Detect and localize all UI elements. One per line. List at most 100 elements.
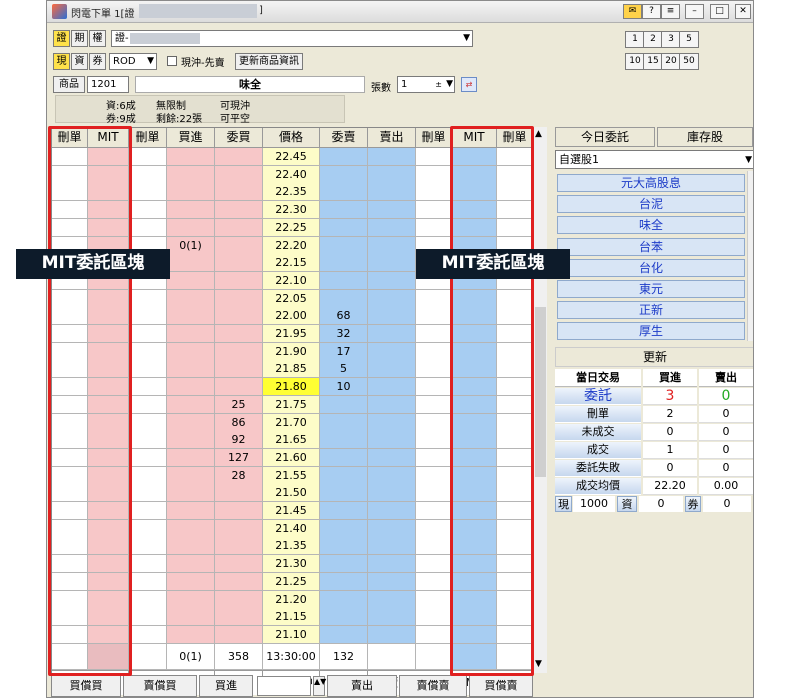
- tab-today-orders[interactable]: 今日委託: [555, 127, 655, 147]
- cell-bid-qty[interactable]: [215, 625, 263, 644]
- tab-margin[interactable]: 資: [71, 53, 88, 70]
- cell-buy-order-delete[interactable]: [129, 519, 167, 538]
- cell-sell[interactable]: [368, 519, 416, 538]
- cell-ask-qty[interactable]: [320, 555, 368, 574]
- product-code-input[interactable]: 1201: [87, 76, 129, 93]
- qty-button-20[interactable]: 20: [661, 53, 681, 70]
- cell-buy-order-delete[interactable]: [129, 448, 167, 467]
- cell-buy-order-delete[interactable]: [129, 360, 167, 379]
- cell-sell-order-delete[interactable]: [416, 342, 452, 361]
- cell-buy-order-delete[interactable]: [129, 395, 167, 414]
- cell-sell-order-delete[interactable]: [416, 590, 452, 609]
- price-input[interactable]: [257, 676, 311, 696]
- cell-bid-qty[interactable]: 28: [215, 466, 263, 485]
- help-icon[interactable]: ?: [642, 4, 661, 19]
- cell-ask-qty[interactable]: [320, 148, 368, 166]
- tab-short[interactable]: 券: [89, 53, 106, 70]
- cell-bid-qty[interactable]: [215, 572, 263, 591]
- cell-buy[interactable]: [167, 590, 215, 609]
- cell-sell-order-delete[interactable]: [416, 395, 452, 414]
- watchlist-item[interactable]: 台苯: [557, 237, 745, 256]
- watchlist-item[interactable]: 厚生: [557, 322, 745, 341]
- cell-sell-order-delete[interactable]: [416, 502, 452, 520]
- cell-buy[interactable]: [167, 218, 215, 237]
- daytrade-checkbox[interactable]: [167, 56, 177, 66]
- cell-ask-qty[interactable]: [320, 448, 368, 467]
- list-icon[interactable]: ≡: [661, 4, 680, 19]
- cell-buy[interactable]: [167, 325, 215, 343]
- cell-ask-qty[interactable]: [320, 537, 368, 556]
- cell-ask-qty[interactable]: [320, 183, 368, 202]
- cell-ask-qty[interactable]: [320, 572, 368, 591]
- cell-sell-order-delete[interactable]: [416, 448, 452, 467]
- cell-sell[interactable]: [368, 236, 416, 255]
- tab-cash[interactable]: 現: [53, 53, 70, 70]
- cell-sell[interactable]: [368, 342, 416, 361]
- cell-ask-qty[interactable]: [320, 466, 368, 485]
- cell-bid-qty[interactable]: [215, 325, 263, 343]
- cell-bid-qty[interactable]: [215, 360, 263, 379]
- cell-bid-qty[interactable]: 127: [215, 448, 263, 467]
- cell-buy-order-delete[interactable]: [129, 466, 167, 485]
- cell-ask-qty[interactable]: 10: [320, 378, 368, 397]
- cell-bid-qty[interactable]: [215, 555, 263, 574]
- cell-sell[interactable]: [368, 360, 416, 379]
- cell-buy-order-delete[interactable]: [129, 413, 167, 432]
- cell-sell[interactable]: [368, 466, 416, 485]
- cell-buy-order-delete[interactable]: [129, 502, 167, 520]
- cell-bid-qty[interactable]: 92: [215, 431, 263, 450]
- cell-sell[interactable]: [368, 218, 416, 237]
- cell-sell-order-delete[interactable]: [416, 183, 452, 202]
- cell-bid-qty[interactable]: 86: [215, 413, 263, 432]
- cell-sell[interactable]: [368, 307, 416, 326]
- sell-button[interactable]: 賣出: [327, 675, 397, 697]
- cell-buy-order-delete[interactable]: [129, 307, 167, 326]
- cell-sell-order-delete[interactable]: [416, 537, 452, 556]
- tab-options[interactable]: 權: [89, 30, 106, 47]
- cell-buy[interactable]: [167, 183, 215, 202]
- cell-bid-qty[interactable]: [215, 537, 263, 556]
- qty-button-50[interactable]: 50: [679, 53, 699, 70]
- cell-buy[interactable]: [167, 431, 215, 450]
- cell-ask-qty[interactable]: [320, 395, 368, 414]
- order-type-select[interactable]: ROD ▼: [109, 53, 157, 70]
- cell-bid-qty[interactable]: [215, 289, 263, 308]
- cell-sell[interactable]: [368, 183, 416, 202]
- cell-ask-qty[interactable]: [320, 201, 368, 220]
- cell-buy-order-delete[interactable]: [129, 625, 167, 644]
- cell-buy-order-delete[interactable]: [129, 537, 167, 556]
- cell-ask-qty[interactable]: [320, 625, 368, 644]
- tab-futures[interactable]: 期: [71, 30, 88, 47]
- qty-button-1[interactable]: 1: [625, 31, 645, 48]
- qty-button-5[interactable]: 5: [679, 31, 699, 48]
- keyboard-icon[interactable]: ✉: [623, 4, 642, 19]
- cell-sell[interactable]: [368, 555, 416, 574]
- cell-buy-order-delete[interactable]: [129, 378, 167, 397]
- ladder-scrollbar[interactable]: ▲ ▼: [533, 127, 547, 673]
- watchlist-item[interactable]: 東元: [557, 280, 745, 298]
- buy-button[interactable]: 買進: [199, 675, 253, 697]
- cell-bid-qty[interactable]: 25: [215, 395, 263, 414]
- cell-sell[interactable]: [368, 431, 416, 450]
- cell-buy[interactable]: [167, 519, 215, 538]
- cell-ask-qty[interactable]: [320, 165, 368, 184]
- cell-buy-order-delete[interactable]: [129, 201, 167, 220]
- update-product-button[interactable]: 更新商品資訊: [235, 53, 303, 70]
- sell-cover-sell-button[interactable]: 賣償賣: [399, 675, 467, 697]
- cell-buy[interactable]: [167, 608, 215, 627]
- cell-ask-qty[interactable]: 32: [320, 325, 368, 343]
- cell-buy[interactable]: [167, 484, 215, 503]
- cell-sell[interactable]: [368, 271, 416, 290]
- cell-buy[interactable]: [167, 148, 215, 166]
- qty-button-15[interactable]: 15: [643, 53, 663, 70]
- cell-buy[interactable]: [167, 537, 215, 556]
- cell-ask-qty[interactable]: 17: [320, 342, 368, 361]
- cell-sell[interactable]: [368, 148, 416, 166]
- cell-ask-qty[interactable]: [320, 289, 368, 308]
- cell-buy-order-delete[interactable]: [129, 183, 167, 202]
- cell-bid-qty[interactable]: [215, 342, 263, 361]
- cell-sell[interactable]: [368, 484, 416, 503]
- cell-sell[interactable]: [368, 608, 416, 627]
- watchlist-item[interactable]: 味全: [557, 216, 745, 235]
- cell-buy[interactable]: [167, 378, 215, 397]
